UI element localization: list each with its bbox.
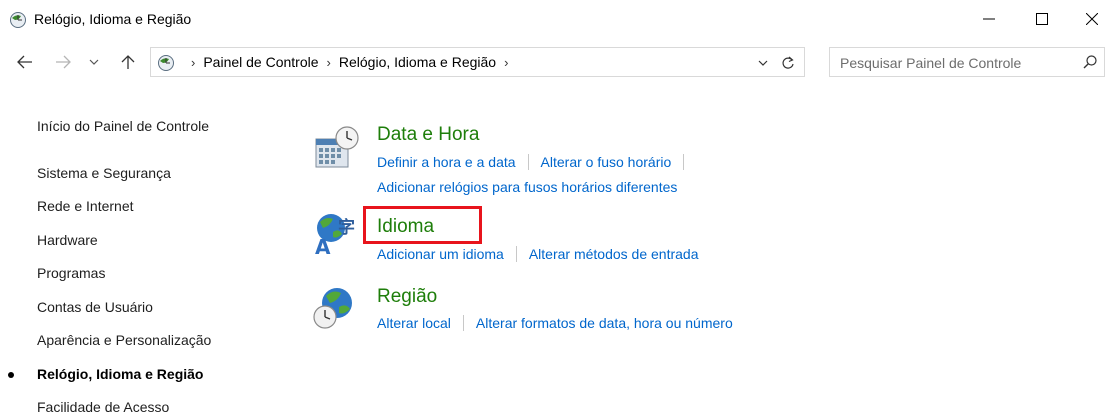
recent-locations-button[interactable] [83, 51, 105, 73]
sidebar-item-appearance[interactable]: Aparência e Personalização [37, 332, 211, 348]
link-separator [515, 246, 517, 262]
calendar-clock-icon[interactable] [311, 124, 361, 174]
change-input-methods-link[interactable]: Alterar métodos de entrada [529, 246, 699, 262]
refresh-button[interactable] [779, 54, 797, 72]
window-title: Relógio, Idioma e Região [34, 11, 192, 27]
sidebar-item-control-panel-home[interactable]: Início do Painel de Controle [37, 118, 209, 134]
date-time-title-link[interactable]: Data e Hora [377, 124, 479, 146]
control-panel-clock-icon [9, 11, 27, 29]
current-item-bullet-icon [8, 372, 14, 378]
link-separator [683, 154, 685, 170]
change-time-zone-link[interactable]: Alterar o fuso horário [541, 154, 672, 170]
search-icon[interactable] [1082, 54, 1100, 72]
breadcrumb-control-panel[interactable]: Painel de Controle [203, 54, 318, 70]
up-button[interactable] [117, 51, 139, 73]
chevron-down-icon [758, 60, 768, 66]
link-separator [527, 154, 529, 170]
up-arrow-icon [121, 55, 135, 69]
breadcrumb-chevron-icon[interactable]: › [327, 55, 331, 70]
change-location-link[interactable]: Alterar local [377, 315, 451, 331]
maximize-button[interactable] [1019, 0, 1065, 38]
change-formats-link[interactable]: Alterar formatos de data, hora ou número [476, 315, 733, 331]
breadcrumb-chevron-icon[interactable]: › [504, 55, 508, 70]
forward-button[interactable] [52, 51, 74, 73]
minimize-button[interactable] [966, 0, 1012, 38]
refresh-icon [782, 56, 794, 69]
breadcrumb-clock-language-region[interactable]: Relógio, Idioma e Região [339, 54, 496, 70]
sidebar-item-system-security[interactable]: Sistema e Segurança [37, 165, 171, 181]
region-links-row: Alterar local Alterar formatos de data, … [377, 315, 733, 331]
sidebar-item-clock-language-region: Relógio, Idioma e Região [37, 366, 204, 382]
set-time-date-link[interactable]: Definir a hora e a data [377, 154, 516, 170]
highlight-annotation-box [363, 206, 482, 244]
svg-text:A: A [315, 235, 331, 256]
minimize-icon [983, 18, 995, 20]
sidebar-item-hardware[interactable]: Hardware [37, 232, 98, 248]
search-box[interactable] [829, 47, 1105, 77]
title-bar: Relógio, Idioma e Região [0, 0, 1115, 38]
maximize-icon [1036, 13, 1048, 25]
sidebar-item-ease-of-access[interactable]: Facilidade de Acesso [37, 399, 169, 415]
language-links-row: Adicionar um idioma Alterar métodos de e… [377, 246, 699, 262]
add-clocks-link[interactable]: Adicionar relógios para fusos horários d… [377, 179, 677, 195]
navigation-bar: › Painel de Controle › Relógio, Idioma e… [0, 44, 1115, 80]
sidebar-item-programs[interactable]: Programas [37, 265, 105, 281]
address-bar[interactable]: › Painel de Controle › Relógio, Idioma e… [150, 47, 805, 77]
chevron-down-icon [89, 59, 99, 65]
breadcrumb: › Painel de Controle › Relógio, Idioma e… [183, 54, 516, 70]
address-dropdown-button[interactable] [755, 55, 771, 71]
svg-text:字: 字 [338, 217, 355, 238]
close-button[interactable] [1069, 0, 1115, 38]
search-input[interactable] [840, 53, 1075, 73]
back-arrow-icon [17, 55, 32, 69]
region-title-link[interactable]: Região [377, 286, 437, 308]
back-button[interactable] [14, 51, 36, 73]
date-time-links-row-2: Adicionar relógios para fusos horários d… [377, 179, 677, 195]
region-globe-clock-icon[interactable] [311, 283, 361, 333]
close-icon [1086, 13, 1098, 25]
forward-arrow-icon [56, 55, 71, 69]
date-time-links-row-1: Definir a hora e a data Alterar o fuso h… [377, 154, 696, 170]
sidebar-item-network-internet[interactable]: Rede e Internet [37, 198, 134, 214]
sidebar-item-user-accounts[interactable]: Contas de Usuário [37, 299, 153, 315]
language-globe-icon[interactable]: 字 A [311, 206, 361, 259]
add-language-link[interactable]: Adicionar um idioma [377, 246, 504, 262]
control-panel-icon [157, 54, 175, 72]
link-separator [462, 315, 464, 331]
breadcrumb-chevron-icon[interactable]: › [191, 55, 195, 70]
